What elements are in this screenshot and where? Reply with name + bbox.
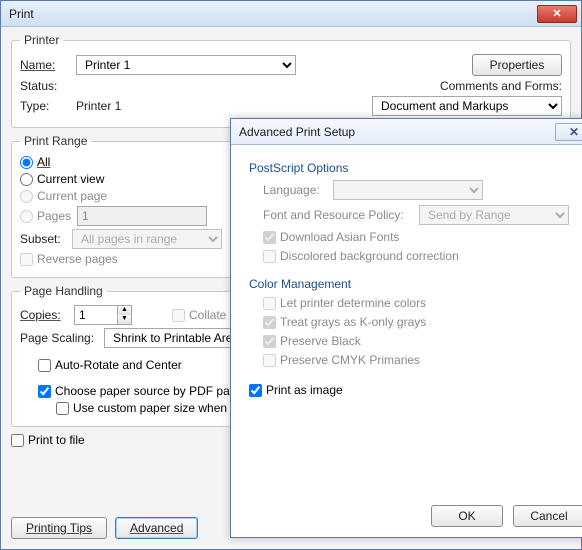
let-printer-checkbox: Let printer determine colors [263, 296, 426, 310]
preserve-black-checkbox: Preserve Black [263, 334, 361, 348]
reverse-pages-checkbox: Reverse pages [20, 252, 118, 266]
language-label: Language: [263, 183, 327, 197]
comments-select[interactable]: Document and Markups [372, 96, 562, 116]
range-legend: Print Range [20, 134, 91, 148]
scaling-label: Page Scaling: [20, 331, 98, 345]
adv-titlebar: Advanced Print Setup ✕ [231, 119, 582, 145]
download-asian-checkbox: Download Asian Fonts [263, 230, 399, 244]
printing-tips-button[interactable]: Printing Tips [11, 517, 107, 539]
print-range-group: Print Range All Current view Current pag… [11, 134, 233, 278]
printer-name-select[interactable]: Printer 1 [76, 55, 296, 75]
font-policy-select: Send by Range [419, 205, 569, 225]
name-label: Name: [20, 58, 70, 72]
preserve-cmyk-checkbox: Preserve CMYK Primaries [263, 353, 420, 367]
printer-group: Printer Name: Printer 1 Properties Statu… [11, 33, 571, 128]
handling-legend: Page Handling [20, 284, 107, 298]
adv-title: Advanced Print Setup [239, 125, 555, 139]
type-value: Printer 1 [76, 99, 256, 113]
type-label: Type: [20, 99, 70, 113]
radio-pages: Pages [20, 209, 71, 223]
print-to-file-checkbox[interactable]: Print to file [11, 433, 85, 447]
chevron-down-icon[interactable]: ▼ [118, 315, 131, 324]
status-label: Status: [20, 79, 70, 93]
subset-label: Subset: [20, 232, 66, 246]
ok-button[interactable]: OK [431, 505, 503, 527]
print-titlebar: Print ✕ [1, 1, 581, 27]
comments-label: Comments and Forms: [440, 79, 562, 93]
print-title: Print [9, 7, 537, 21]
chevron-up-icon[interactable]: ▲ [118, 306, 131, 315]
advanced-print-setup-dialog: Advanced Print Setup ✕ PostScript Option… [230, 118, 582, 538]
language-select [333, 180, 483, 200]
subset-select: All pages in range [72, 229, 222, 249]
printer-legend: Printer [20, 33, 63, 47]
close-icon[interactable]: ✕ [555, 123, 582, 141]
advanced-button[interactable]: Advanced [115, 517, 198, 539]
collate-checkbox: Collate [172, 308, 226, 322]
font-policy-label: Font and Resource Policy: [263, 208, 413, 222]
color-mgmt-section: Color Management [249, 277, 581, 291]
copies-label: Copies: [20, 308, 68, 322]
print-as-image-checkbox[interactable]: Print as image [249, 383, 343, 397]
discolored-checkbox: Discolored background correction [263, 249, 459, 263]
copies-input[interactable] [74, 305, 118, 325]
auto-rotate-checkbox[interactable]: Auto-Rotate and Center [38, 358, 182, 372]
radio-current-page: Current page [20, 189, 107, 203]
konly-checkbox: Treat grays as K-only grays [263, 315, 426, 329]
postscript-section: PostScript Options [249, 161, 581, 175]
properties-button[interactable]: Properties [472, 54, 562, 76]
radio-current-view[interactable]: Current view [20, 172, 104, 186]
close-icon[interactable]: ✕ [537, 5, 577, 23]
pages-input [77, 206, 207, 226]
radio-all[interactable]: All [20, 155, 50, 169]
copies-spinner[interactable]: ▲▼ [74, 305, 132, 325]
cancel-button[interactable]: Cancel [513, 505, 582, 527]
